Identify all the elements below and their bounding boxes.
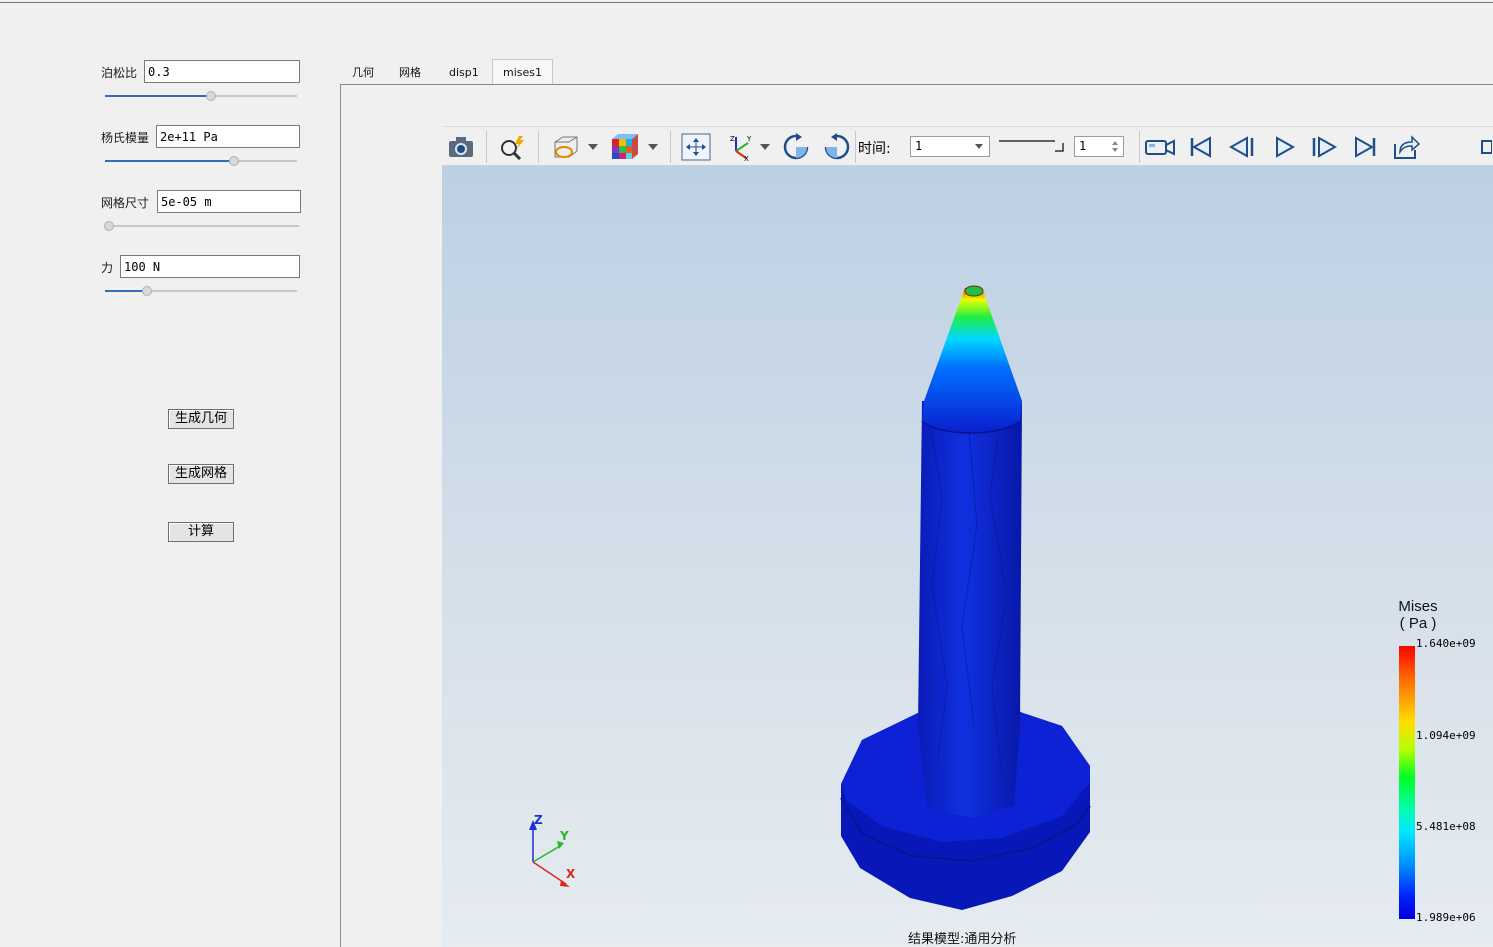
tab-geometry[interactable]: 几何 <box>342 60 384 85</box>
force-input[interactable]: 100 N <box>120 255 300 278</box>
svg-text:Z: Z <box>730 135 735 143</box>
slider-thumb[interactable] <box>205 91 216 101</box>
mesh-size-slider[interactable] <box>104 221 299 231</box>
chevron-down-icon[interactable] <box>648 144 658 150</box>
pan-icon[interactable] <box>680 131 712 163</box>
tab-disp1[interactable]: disp1 <box>439 60 489 85</box>
window-top-border <box>0 2 1493 3</box>
compute-button[interactable]: 计算 <box>168 522 234 542</box>
poisson-ratio-label: 泊松比 <box>101 66 138 80</box>
toolbar-separator <box>538 131 539 163</box>
youngs-modulus-input[interactable]: 2e+11 Pa <box>156 125 300 148</box>
time-label: 时间: <box>858 141 891 157</box>
play-icon[interactable] <box>1268 131 1300 163</box>
axes-icon[interactable]: Z Y X <box>724 131 756 163</box>
prev-frame-icon[interactable] <box>1226 131 1258 163</box>
legend-tick-mid-high: 1.094e+09 <box>1416 729 1476 742</box>
youngs-modulus-label: 杨氏模量 <box>101 131 150 145</box>
toolbar-separator <box>670 131 671 163</box>
camera-icon[interactable] <box>445 131 477 163</box>
legend-title-line1: Mises <box>1398 598 1438 615</box>
spin-up-icon[interactable] <box>1112 141 1118 145</box>
force-label: 力 <box>101 261 114 275</box>
export-icon[interactable] <box>1390 131 1422 163</box>
tab-mises1[interactable]: mises1 <box>492 59 553 85</box>
last-frame-icon[interactable] <box>1349 131 1381 163</box>
force-slider[interactable] <box>105 286 297 296</box>
mesh-size-input[interactable]: 5e-05 m <box>157 190 301 213</box>
generate-geometry-button[interactable]: 生成几何 <box>168 409 234 429</box>
mesh-size-label: 网格尺寸 <box>101 196 150 210</box>
time-select[interactable]: 1 <box>910 136 990 157</box>
overflow-icon[interactable] <box>1478 131 1493 163</box>
stress-model <box>840 285 1091 910</box>
poisson-ratio-input[interactable]: 0.3 <box>144 60 300 83</box>
frame-spinbox[interactable]: 1 <box>1074 136 1124 157</box>
toolbar-separator <box>1139 131 1140 163</box>
slider-thumb[interactable] <box>228 156 239 166</box>
axis-triad: Z Y X <box>529 813 576 887</box>
svg-text:Y: Y <box>746 135 752 143</box>
color-cube-icon[interactable] <box>608 131 640 163</box>
legend-tick-mid-low: 5.481e+08 <box>1416 820 1476 833</box>
zoom-fit-icon[interactable] <box>497 131 529 163</box>
youngs-modulus-slider[interactable] <box>105 156 297 166</box>
generate-mesh-button[interactable]: 生成网格 <box>168 464 234 484</box>
svg-text:X: X <box>744 155 749 161</box>
result-model-caption: 结果模型:通用分析 <box>908 932 1017 947</box>
time-select-value: 1 <box>915 139 923 153</box>
chevron-down-icon[interactable] <box>588 144 598 150</box>
next-frame-icon[interactable] <box>1308 131 1340 163</box>
viewer-toolbar: Z Y X 时间: 1 1 <box>442 126 1493 166</box>
axis-y-label: Y <box>559 829 569 843</box>
legend-color-bar <box>1399 646 1415 919</box>
toolbar-separator <box>486 131 487 163</box>
slider-thumb[interactable] <box>104 221 114 231</box>
axis-z-label: Z <box>534 813 543 827</box>
spin-down-icon[interactable] <box>1112 148 1118 152</box>
3d-viewport[interactable]: Z Y X Mises ( Pa ) 1.640e+09 1.094e+09 5… <box>442 166 1493 947</box>
legend-tick-min: 1.989e+06 <box>1416 911 1476 924</box>
axis-x-label: X <box>566 867 576 881</box>
legend-title-line2: ( Pa ) <box>1399 615 1437 632</box>
record-video-icon[interactable] <box>1144 131 1176 163</box>
poisson-ratio-slider[interactable] <box>105 91 297 101</box>
display-mode-icon[interactable] <box>550 131 582 163</box>
slider-thumb[interactable] <box>142 286 153 296</box>
legend-title: Mises ( Pa ) <box>1396 598 1440 632</box>
chevron-down-icon[interactable] <box>760 144 770 150</box>
chevron-down-icon <box>975 144 983 149</box>
rotate-ccw-icon[interactable] <box>821 131 853 163</box>
legend-tick-max: 1.640e+09 <box>1416 637 1476 650</box>
rotate-cw-icon[interactable] <box>780 131 812 163</box>
first-frame-icon[interactable] <box>1185 131 1217 163</box>
toolbar-separator <box>855 131 856 163</box>
frame-slider[interactable] <box>997 137 1069 155</box>
frame-spinbox-value: 1 <box>1079 139 1087 153</box>
tab-mesh[interactable]: 网格 <box>389 60 431 85</box>
